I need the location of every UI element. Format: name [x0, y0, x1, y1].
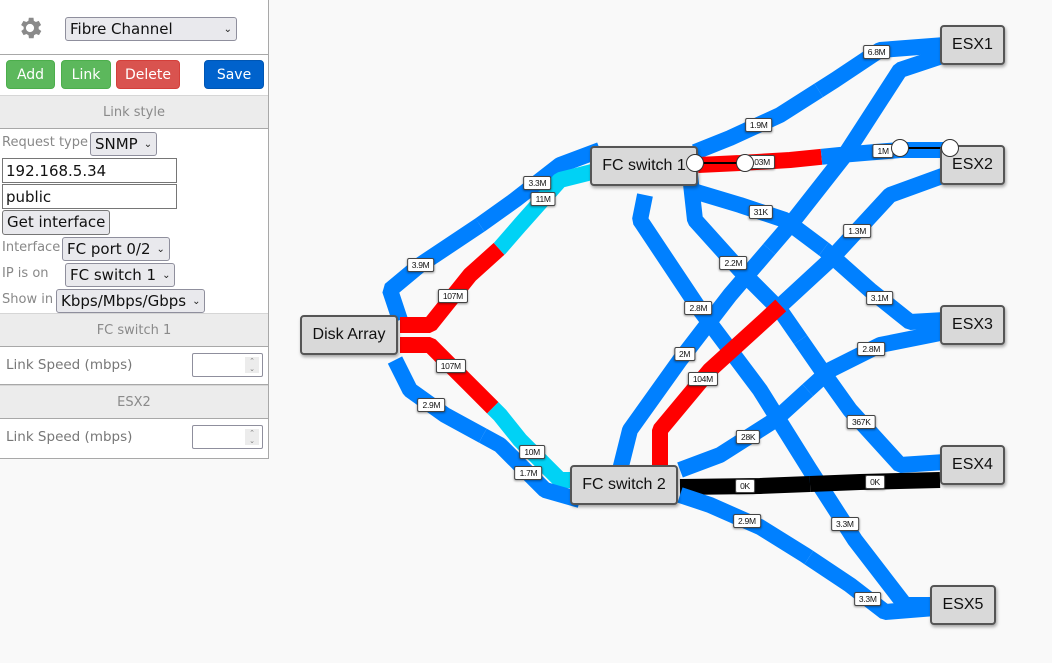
link-traffic-label: 6.8M [862, 45, 891, 60]
link-button[interactable]: Link [61, 60, 111, 89]
link-traffic-label: 2.9M [417, 398, 446, 413]
link-traffic-label: 1.3M [843, 223, 871, 238]
chevron-down-icon: ⌄ [223, 23, 232, 35]
link-traffic-label: 31K [748, 204, 773, 219]
request-type-value: SNMP [95, 135, 138, 153]
ip-is-on-select[interactable]: FC switch 1 ⌄ [65, 263, 176, 287]
link-style-header: Link style [0, 95, 268, 129]
node-fc1[interactable]: FC switch 1 [590, 146, 698, 186]
toolbar: Add Link Delete Save [0, 55, 268, 95]
link-traffic-label: 1.7M [514, 466, 543, 481]
request-type-label: Request type [2, 135, 88, 150]
esx2-header: ESX2 [0, 385, 268, 419]
chevron-down-icon: ⌄ [192, 295, 201, 307]
link-traffic-label: 107M [437, 289, 468, 304]
node-label: ESX4 [952, 456, 993, 473]
node-esx5[interactable]: ESX5 [930, 585, 996, 625]
spinner-arrows-icon[interactable]: ⌃ ⌄ [245, 357, 259, 373]
node-label: FC switch 1 [602, 157, 686, 174]
node-esx3[interactable]: ESX3 [940, 305, 1005, 345]
delete-button[interactable]: Delete [116, 60, 180, 89]
interface-select[interactable]: FC port 0/2 ⌄ [62, 237, 170, 261]
link-traffic-label: 10M [519, 445, 545, 460]
chevron-down-icon: ⌄ [156, 243, 165, 255]
node-disk[interactable]: Disk Array [300, 315, 398, 355]
node-label: Disk Array [312, 326, 386, 343]
request-type-select[interactable]: SNMP ⌄ [90, 132, 158, 156]
save-button[interactable]: Save [204, 60, 264, 89]
network-type-select[interactable]: Fibre Channel ⌄ [65, 17, 237, 41]
get-interface-button[interactable]: Get interface [2, 210, 111, 235]
ip-is-on-value: FC switch 1 [70, 266, 157, 284]
link-traffic-label: 2.9M [733, 514, 761, 529]
link-traffic-label: 2.8M [857, 342, 886, 357]
fc-switch-1-header: FC switch 1 [0, 313, 268, 347]
add-button[interactable]: Add [6, 60, 55, 89]
link-drag-handle[interactable] [941, 139, 959, 157]
spinner-arrows-icon[interactable]: ⌃ ⌄ [245, 429, 259, 445]
node-label: ESX2 [952, 156, 993, 173]
link-traffic-label: 11M [530, 191, 556, 206]
editor-panel: Fibre Channel ⌄ Add Link Delete Save Lin… [0, 0, 269, 459]
link-traffic-label: 104M [687, 371, 718, 386]
node-label: ESX3 [952, 316, 993, 333]
link-traffic-label: 3.9M [406, 257, 435, 272]
chevron-down-icon: ⌄ [143, 138, 153, 150]
gear-icon[interactable] [16, 14, 44, 42]
node-label: ESX1 [952, 36, 993, 53]
link-fc1-esx3-b-half[interactable] [818, 242, 946, 330]
node-esx1[interactable]: ESX1 [940, 25, 1005, 65]
fc-switch-1-speed-row: Link Speed (mbps) ⌃ ⌄ [0, 347, 268, 385]
link-drag-handle[interactable] [736, 154, 754, 172]
link-speed-label: Link Speed (mbps) [6, 429, 133, 445]
ip-address-input[interactable] [2, 158, 177, 183]
interface-value: FC port 0/2 [67, 240, 151, 258]
node-esx4[interactable]: ESX4 [940, 445, 1005, 485]
link-traffic-label: 367K [846, 415, 876, 430]
link-traffic-label: 107M [435, 358, 466, 373]
link-drag-handle[interactable] [686, 154, 704, 172]
link-traffic-label: 3.1M [865, 290, 894, 305]
link-traffic-label: 0K [735, 479, 755, 494]
fc-switch-1-link-speed-input[interactable]: ⌃ ⌄ [192, 353, 263, 377]
chevron-down-icon: ⌄ [162, 269, 171, 281]
panel-header: Fibre Channel ⌄ [0, 0, 268, 55]
link-speed-label: Link Speed (mbps) [6, 357, 133, 373]
link-traffic-label: 2.2M [719, 255, 748, 270]
esx2-link-speed-input[interactable]: ⌃ ⌄ [192, 425, 263, 449]
link-traffic-label: 3.3M [523, 175, 552, 190]
link-style-form: Request type SNMP ⌄ Get interface Interf… [0, 129, 268, 313]
link-traffic-label: 28K [736, 430, 761, 445]
link-traffic-label: 3.3M [853, 591, 882, 606]
link-traffic-label: 3.3M [830, 517, 859, 532]
link-traffic-label: 2.8M [684, 300, 713, 315]
link-fc1-esx4-b-half[interactable] [794, 335, 946, 473]
link-drag-handle[interactable] [891, 139, 909, 157]
node-fc2[interactable]: FC switch 2 [570, 465, 678, 505]
ip-is-on-label: IP is on [2, 266, 49, 281]
community-input[interactable] [2, 184, 177, 209]
esx2-speed-row: Link Speed (mbps) ⌃ ⌄ [0, 419, 268, 457]
show-in-value: Kbps/Mbps/Gbps [61, 292, 187, 310]
link-fc2-esx3-b-half[interactable] [802, 324, 947, 397]
node-label: ESX5 [942, 596, 984, 613]
link-traffic-label: 1.9M [744, 117, 773, 132]
interface-label: Interface [2, 240, 61, 255]
link-traffic-label: 2M [673, 347, 696, 362]
show-in-select[interactable]: Kbps/Mbps/Gbps ⌄ [56, 289, 206, 313]
network-type-value: Fibre Channel [70, 20, 173, 38]
link-fc1-esx5-b-half[interactable] [768, 409, 935, 613]
node-label: FC switch 2 [582, 476, 666, 493]
link-traffic-label: 0K [865, 474, 885, 489]
show-in-label: Show in [2, 292, 54, 307]
